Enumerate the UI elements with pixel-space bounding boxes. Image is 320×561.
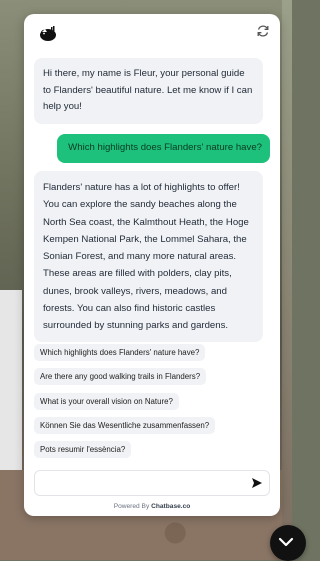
chat-toggle-button[interactable] bbox=[270, 525, 306, 561]
powered-by-footer: Powered By Chatbase.co bbox=[24, 503, 280, 510]
badger-avatar-icon bbox=[40, 26, 56, 41]
bot-message: Hi there, my name is Fleur, your persona… bbox=[34, 58, 263, 124]
chat-header bbox=[24, 14, 280, 50]
suggestion-chip[interactable]: Können Sie das Wesentliche zusammenfasse… bbox=[34, 417, 216, 434]
bot-message: Flanders' nature has a lot of highlights… bbox=[34, 171, 263, 343]
suggestion-chip[interactable]: Are there any good walking trails in Fla… bbox=[34, 368, 207, 385]
suggestion-chip[interactable]: Which highlights does Flanders' nature h… bbox=[34, 344, 206, 361]
powered-by-prefix: Powered By bbox=[113, 503, 150, 510]
powered-by-brand-link[interactable]: Chatbase.co bbox=[151, 503, 190, 510]
refresh-icon[interactable] bbox=[256, 24, 270, 38]
suggestion-chip[interactable]: What is your overall vision on Nature? bbox=[34, 393, 179, 410]
send-arrow-icon[interactable] bbox=[251, 477, 263, 489]
message-composer bbox=[34, 470, 270, 496]
chevron-down-icon bbox=[278, 537, 294, 547]
suggestion-chip[interactable]: Pots resumir l'essència? bbox=[34, 441, 132, 458]
message-input[interactable] bbox=[41, 474, 245, 494]
user-message: Which highlights does Flanders' nature h… bbox=[57, 134, 270, 163]
chat-widget: Hi there, my name is Fleur, your persona… bbox=[24, 14, 280, 516]
